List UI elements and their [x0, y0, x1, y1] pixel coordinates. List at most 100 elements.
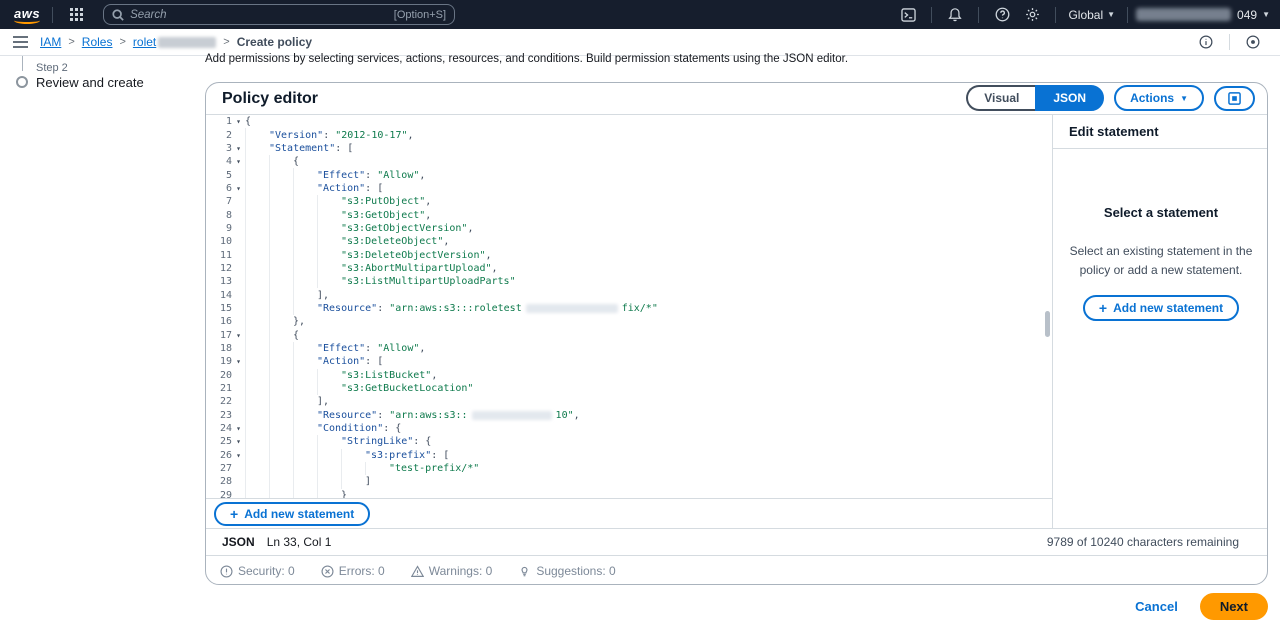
- editor-scrollbar[interactable]: [1045, 311, 1050, 337]
- visual-toggle-button[interactable]: Visual: [966, 85, 1035, 111]
- validation-bar: Security: 0 Errors: 0 Warnings: 0 Sugges…: [206, 555, 1267, 585]
- code-line[interactable]: 28]: [206, 475, 1052, 488]
- edit-statement-panel: Edit statement Select a statement Select…: [1053, 115, 1268, 528]
- code-line[interactable]: 12"s3:AbortMultipartUpload",: [206, 262, 1052, 275]
- code-line[interactable]: 2"Version": "2012-10-17",: [206, 128, 1052, 141]
- code-line[interactable]: 17▾{: [206, 329, 1052, 342]
- cursor-position: Ln 33, Col 1: [267, 535, 332, 549]
- code-line[interactable]: 9"s3:GetObjectVersion",: [206, 222, 1052, 235]
- fold-arrow-icon[interactable]: ▾: [232, 437, 245, 446]
- code-line[interactable]: 21"s3:GetBucketLocation": [206, 382, 1052, 395]
- suggestions-count[interactable]: Suggestions: 0: [518, 564, 615, 578]
- fold-arrow-icon[interactable]: ▾: [232, 357, 245, 366]
- code-line[interactable]: 14],: [206, 288, 1052, 301]
- maximize-editor-button[interactable]: [1214, 86, 1255, 111]
- chevron-down-icon: ▼: [1262, 10, 1270, 19]
- cloudshell-icon[interactable]: [893, 4, 923, 26]
- step-number-label: Step 2: [36, 62, 68, 74]
- select-statement-empty-state: Select a statement Select an existing st…: [1053, 205, 1268, 321]
- fold-arrow-icon[interactable]: ▾: [232, 117, 245, 126]
- characters-remaining: 9789 of 10240 characters remaining: [1047, 535, 1239, 549]
- code-line[interactable]: 29}: [206, 489, 1052, 498]
- code-line[interactable]: 15"Resource": "arn:aws:s3:::roletestfix/…: [206, 302, 1052, 315]
- preferences-circle-icon[interactable]: [1238, 31, 1268, 53]
- code-line[interactable]: 6▾"Action": [: [206, 182, 1052, 195]
- fold-arrow-icon[interactable]: ▾: [232, 331, 245, 340]
- security-findings[interactable]: Security: 0: [220, 564, 295, 578]
- breadcrumb: IAM > Roles > rolet > Create policy: [40, 35, 312, 49]
- code-line[interactable]: 1▾{: [206, 115, 1052, 128]
- code-line[interactable]: 7"s3:PutObject",: [206, 195, 1052, 208]
- account-name-redacted: [1136, 8, 1231, 21]
- panel-add-new-statement-button[interactable]: + Add new statement: [1083, 295, 1239, 321]
- breadcrumb-separator: >: [119, 36, 125, 48]
- add-new-statement-button[interactable]: + Add new statement: [214, 502, 370, 526]
- account-menu[interactable]: 049 ▼: [1136, 8, 1270, 22]
- fold-arrow-icon[interactable]: ▾: [232, 157, 245, 166]
- notifications-bell-icon[interactable]: [940, 4, 970, 26]
- code-line[interactable]: 24▾"Condition": {: [206, 422, 1052, 435]
- code-line[interactable]: 11"s3:DeleteObjectVersion",: [206, 248, 1052, 261]
- step-name[interactable]: Review and create: [36, 75, 144, 90]
- wizard-footer: Cancel Next: [0, 593, 1268, 620]
- apps-grid-icon[interactable]: [61, 4, 91, 26]
- code-line[interactable]: 4▾{: [206, 155, 1052, 168]
- warnings-count[interactable]: Warnings: 0: [411, 564, 493, 578]
- code-line[interactable]: 16},: [206, 315, 1052, 328]
- code-line[interactable]: 20"s3:ListBucket",: [206, 369, 1052, 382]
- edit-statement-title: Edit statement: [1069, 124, 1159, 139]
- search-input[interactable]: Search [Option+S]: [103, 4, 455, 25]
- next-button[interactable]: Next: [1200, 593, 1268, 620]
- aws-logo-icon[interactable]: aws: [12, 6, 44, 24]
- divider: [1053, 148, 1268, 149]
- info-icon[interactable]: [1191, 31, 1221, 53]
- permissions-intro-text: Add permissions by selecting services, a…: [205, 53, 848, 65]
- divider: [1127, 7, 1128, 23]
- breadcrumb-role[interactable]: rolet: [133, 35, 216, 49]
- breadcrumb-roles[interactable]: Roles: [82, 35, 113, 49]
- region-selector[interactable]: Global ▼: [1064, 8, 1119, 22]
- divider: [52, 7, 53, 23]
- code-line[interactable]: 25▾"StringLike": {: [206, 435, 1052, 448]
- security-icon: [220, 565, 233, 578]
- warnings-icon: [411, 565, 424, 578]
- code-line[interactable]: 5"Effect": "Allow",: [206, 168, 1052, 181]
- json-code-editor[interactable]: 1▾{2"Version": "2012-10-17",3▾"Statement…: [206, 115, 1052, 498]
- code-line[interactable]: 10"s3:DeleteObject",: [206, 235, 1052, 248]
- code-line[interactable]: 18"Effect": "Allow",: [206, 342, 1052, 355]
- errors-count[interactable]: Errors: 0: [321, 564, 385, 578]
- breadcrumb-bar: IAM > Roles > rolet > Create policy: [0, 29, 1280, 56]
- redacted-text: [472, 411, 552, 420]
- breadcrumb-separator: >: [68, 36, 74, 48]
- help-icon[interactable]: [987, 4, 1017, 26]
- status-mode-label: JSON: [222, 535, 255, 549]
- policy-editor-title: Policy editor: [222, 90, 318, 108]
- suggestions-icon: [518, 565, 531, 578]
- code-line[interactable]: 13"s3:ListMultipartUploadParts": [206, 275, 1052, 288]
- fold-arrow-icon[interactable]: ▾: [232, 184, 245, 193]
- code-line[interactable]: 26▾"s3:prefix": [: [206, 449, 1052, 462]
- code-line[interactable]: 3▾"Statement": [: [206, 142, 1052, 155]
- policy-editor-header: Policy editor Visual JSON Actions ▼: [206, 83, 1267, 114]
- code-line[interactable]: 22],: [206, 395, 1052, 408]
- code-line[interactable]: 8"s3:GetObject",: [206, 208, 1052, 221]
- select-statement-description: Select an existing statement in the poli…: [1067, 242, 1255, 279]
- chevron-down-icon: ▼: [1107, 10, 1115, 19]
- fold-arrow-icon[interactable]: ▾: [232, 451, 245, 460]
- fold-arrow-icon[interactable]: ▾: [232, 144, 245, 153]
- json-toggle-button[interactable]: JSON: [1035, 85, 1104, 111]
- code-line[interactable]: 27"test-prefix/*": [206, 462, 1052, 475]
- cancel-button[interactable]: Cancel: [1135, 599, 1178, 614]
- actions-label: Actions: [1130, 91, 1174, 105]
- fold-arrow-icon[interactable]: ▾: [232, 424, 245, 433]
- editor-mode-toggle: Visual JSON: [966, 85, 1104, 111]
- actions-dropdown-button[interactable]: Actions ▼: [1114, 85, 1204, 111]
- divider: [931, 7, 932, 23]
- breadcrumb-iam[interactable]: IAM: [40, 35, 61, 49]
- settings-gear-icon[interactable]: [1017, 4, 1047, 26]
- code-line[interactable]: 23"Resource": "arn:aws:s3::10",: [206, 409, 1052, 422]
- hamburger-menu-icon[interactable]: [0, 36, 40, 48]
- top-nav-right: Global ▼ 049 ▼: [893, 4, 1270, 26]
- code-line[interactable]: 19▾"Action": [: [206, 355, 1052, 368]
- chevron-down-icon: ▼: [1180, 94, 1188, 103]
